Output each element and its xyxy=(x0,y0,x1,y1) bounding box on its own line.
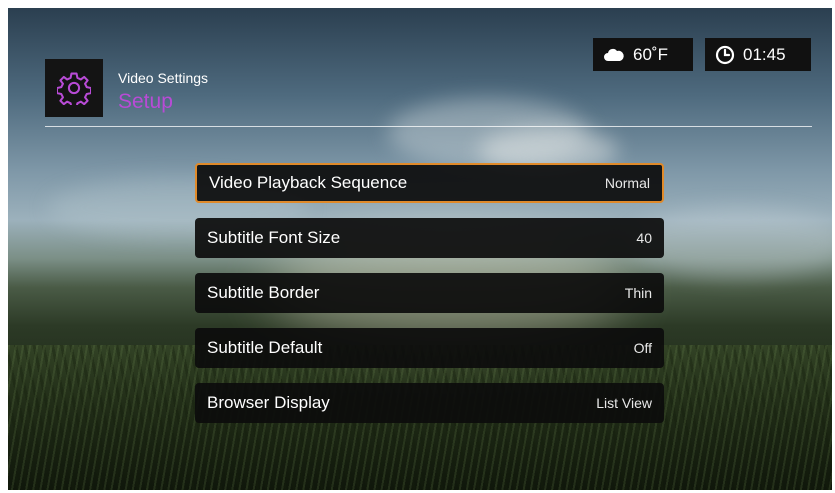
menu-item-label: Subtitle Default xyxy=(207,338,323,357)
time-text: 01:45 xyxy=(743,44,786,64)
settings-menu: Video Playback Sequence Normal Subtitle … xyxy=(195,163,664,438)
menu-item-subtitle-border[interactable]: Subtitle Border Thin xyxy=(195,273,664,313)
tv-screen: Video Settings Setup 60˚F 01:45 Video Pl… xyxy=(8,8,832,490)
header-divider xyxy=(45,126,812,127)
temperature-text: 60˚F xyxy=(633,44,668,64)
menu-item-video-playback-sequence[interactable]: Video Playback Sequence Normal xyxy=(195,163,664,203)
menu-item-label: Browser Display xyxy=(207,393,330,412)
menu-item-value: Thin xyxy=(624,285,652,301)
menu-item-label: Video Playback Sequence xyxy=(209,173,408,192)
clock-icon xyxy=(715,45,735,65)
menu-item-label: Subtitle Border xyxy=(207,283,320,302)
weather-widget: 60˚F xyxy=(593,38,693,71)
menu-item-browser-display[interactable]: Browser Display List View xyxy=(195,383,664,423)
gear-icon xyxy=(45,59,103,117)
menu-item-label: Subtitle Font Size xyxy=(207,228,341,247)
menu-item-value: Normal xyxy=(604,175,650,191)
page-subtitle: Video Settings xyxy=(118,70,209,86)
menu-item-subtitle-default[interactable]: Subtitle Default Off xyxy=(195,328,664,368)
page-title: Setup xyxy=(118,90,173,113)
clock-widget: 01:45 xyxy=(705,38,811,71)
menu-item-subtitle-font-size[interactable]: Subtitle Font Size 40 xyxy=(195,218,664,258)
menu-item-value: 40 xyxy=(636,230,652,246)
menu-item-value: Off xyxy=(633,340,652,356)
menu-item-value: List View xyxy=(596,395,652,411)
cloud-icon xyxy=(603,48,625,62)
